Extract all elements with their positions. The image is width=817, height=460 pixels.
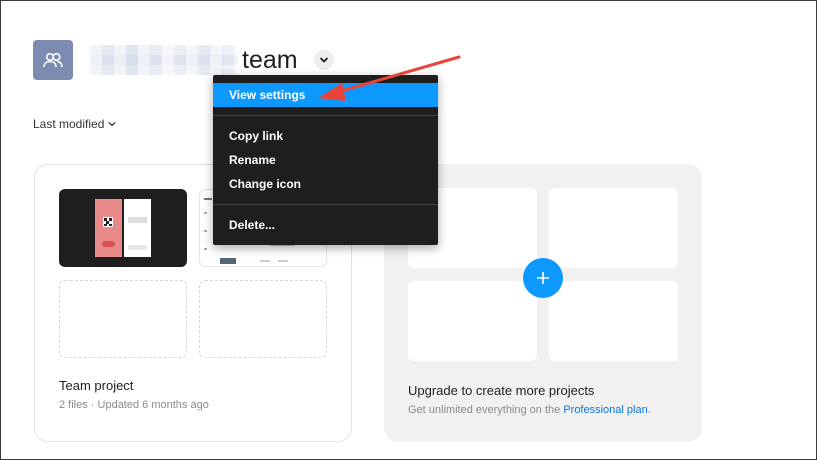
empty-file-slot [199,280,327,358]
empty-file-slot [59,280,187,358]
team-context-menu: View settings Copy link Rename Change ic… [213,75,438,245]
upgrade-subtitle-text: Get unlimited everything on the [408,404,564,416]
chevron-down-icon [108,122,116,127]
menu-item-change-icon[interactable]: Change icon [213,172,438,196]
sort-dropdown[interactable]: Last modified [33,117,116,131]
project-title: Team project [59,378,134,393]
sort-label: Last modified [33,117,105,131]
team-menu-button[interactable] [314,50,334,70]
project-meta: 2 files · Updated 6 months ago [59,399,209,411]
file-thumbnail[interactable] [59,189,187,267]
create-project-button[interactable] [523,258,563,298]
upgrade-subtitle-end: . [647,404,651,416]
thumbnail-preview [95,199,151,257]
project-slot [549,281,678,361]
team-name: team [242,46,298,74]
professional-plan-link[interactable]: Professional plan [563,404,647,416]
team-avatar[interactable] [33,40,73,80]
menu-item-delete[interactable]: Delete... [213,213,438,237]
project-slot [549,188,678,268]
upgrade-subtitle: Get unlimited everything on the Professi… [408,404,651,416]
menu-item-rename[interactable]: Rename [213,148,438,172]
menu-item-view-settings[interactable]: View settings [213,83,438,107]
project-slot [408,281,537,361]
menu-item-copy-link[interactable]: Copy link [213,124,438,148]
chevron-down-icon [319,57,329,63]
plus-icon [537,272,549,284]
menu-divider [213,204,438,205]
menu-divider [213,115,438,116]
team-name-redacted [90,45,238,75]
users-icon [43,52,63,68]
upgrade-title: Upgrade to create more projects [408,383,595,398]
